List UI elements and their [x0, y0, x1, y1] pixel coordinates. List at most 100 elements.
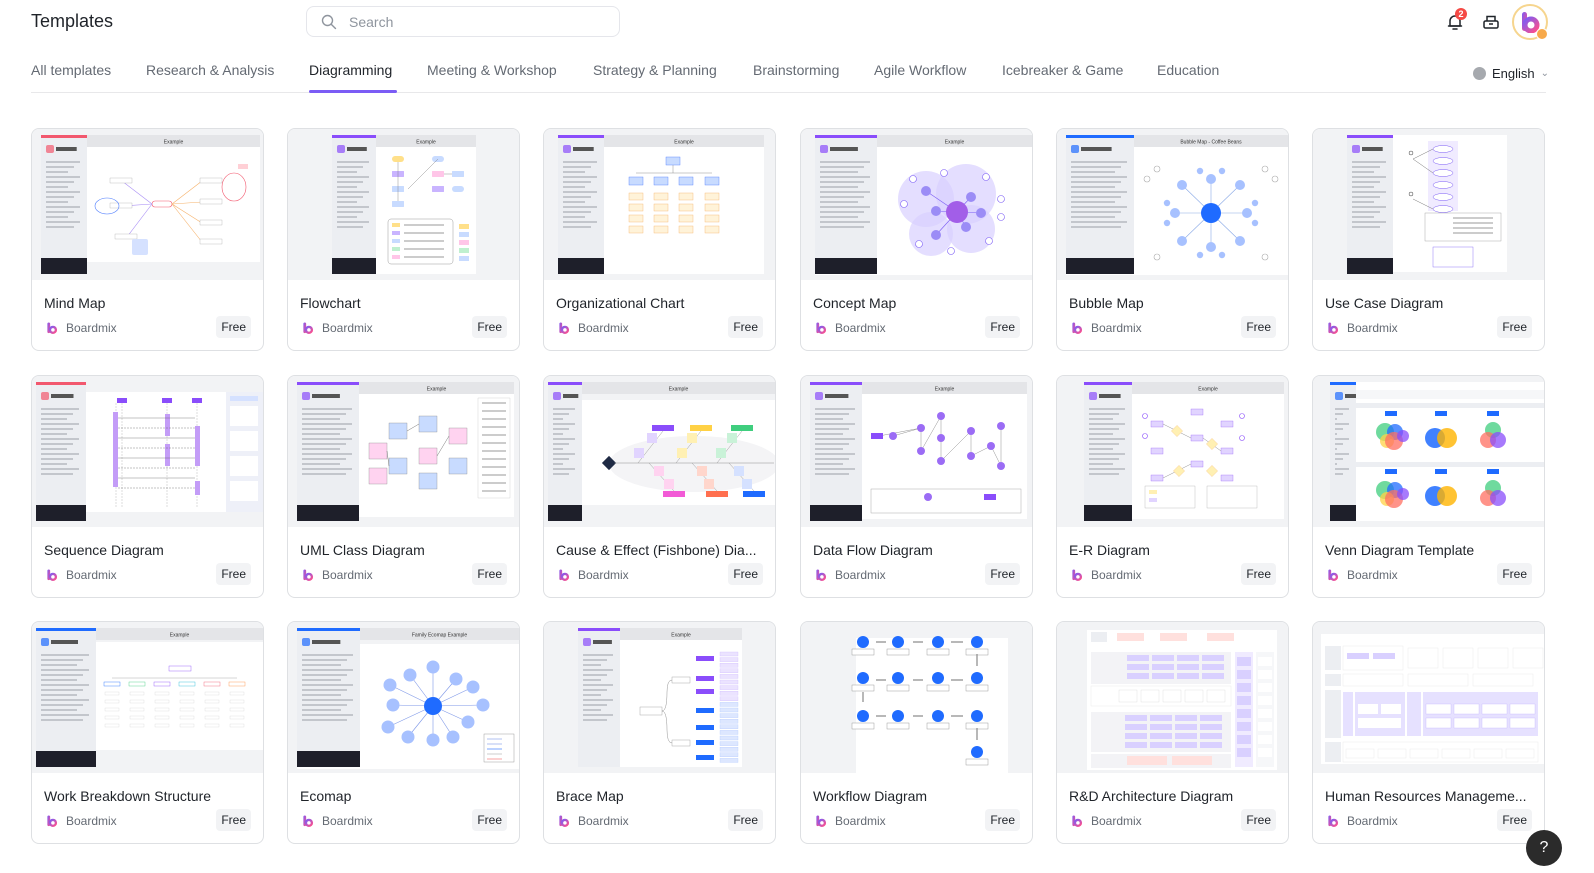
author-name: Boardmix [578, 321, 629, 335]
search-input[interactable] [349, 13, 599, 30]
template-card[interactable]: Example Data Flow Diagram Boardmix Free [800, 375, 1033, 598]
template-card[interactable]: Workflow Diagram Boardmix Free [800, 621, 1033, 844]
template-thumbnail[interactable] [1057, 622, 1288, 773]
template-thumbnail[interactable] [32, 376, 263, 527]
svg-text:Example: Example [170, 633, 190, 639]
price-badge: Free [472, 809, 507, 831]
template-author: Boardmix [815, 321, 886, 335]
svg-text:Example: Example [427, 387, 447, 393]
template-card[interactable]: R&D Architecture Diagram Boardmix Free [1056, 621, 1289, 844]
price-badge: Free [728, 316, 763, 338]
template-thumbnail[interactable] [1313, 622, 1544, 773]
hr-preview-image [1321, 634, 1544, 764]
mindmap-preview-image: Example [41, 135, 260, 274]
dataflow-preview-image: Example [810, 382, 1027, 521]
price-badge: Free [472, 563, 507, 585]
tab-meeting-workshop[interactable]: Meeting & Workshop [427, 62, 557, 78]
tab-icebreaker-game[interactable]: Icebreaker & Game [1002, 62, 1123, 78]
template-card[interactable]: Example Flowchart Boardmix Free [287, 128, 520, 351]
tab-brainstorming[interactable]: Brainstorming [753, 62, 839, 78]
template-card[interactable]: Example Cause & Effect (Fishbone) Dia... B… [543, 375, 776, 598]
workflow-preview-image [851, 636, 1008, 773]
tab-strategy-planning[interactable]: Strategy & Planning [593, 62, 717, 78]
boardmix-logo-icon [47, 322, 58, 334]
template-author: Boardmix [302, 568, 373, 582]
boardmix-logo-icon [559, 815, 570, 827]
template-thumbnail[interactable]: Family Ecomap Example [288, 622, 519, 773]
template-thumbnail[interactable]: Example [1057, 376, 1288, 527]
author-name: Boardmix [66, 321, 117, 335]
search-box[interactable] [306, 6, 620, 37]
template-card[interactable]: Example Concept Map Boardmix Free [800, 128, 1033, 351]
tab-education[interactable]: Education [1157, 62, 1219, 78]
template-card[interactable]: Human Resources Manageme... Boardmix Free [1312, 621, 1545, 844]
boardmix-logo-icon [1072, 569, 1083, 581]
boardmix-logo-icon [1072, 815, 1083, 827]
price-badge: Free [1497, 809, 1532, 831]
template-author: Boardmix [815, 814, 886, 828]
tab-diagramming[interactable]: Diagramming [309, 62, 392, 78]
boardmix-logo-icon [1072, 322, 1083, 334]
template-thumbnail[interactable]: Example [288, 376, 519, 527]
template-thumbnail[interactable]: Example [801, 376, 1032, 527]
template-title: Concept Map [813, 295, 897, 311]
sequence-preview-image [36, 382, 263, 521]
price-badge: Free [728, 563, 763, 585]
inbox-icon[interactable] [1481, 12, 1501, 32]
template-title: Organizational Chart [556, 295, 685, 311]
template-title: Workflow Diagram [813, 788, 928, 804]
template-card[interactable]: Bubble Map - Coffee Beans Bubble Map Board… [1056, 128, 1289, 351]
help-button[interactable]: ? [1526, 830, 1562, 866]
template-thumbnail[interactable]: Example [32, 622, 263, 773]
fishbone-preview-image: Example [548, 382, 775, 521]
language-selector[interactable]: English ⌄ [1473, 66, 1549, 81]
template-author: Boardmix [1327, 814, 1398, 828]
svg-text:Example: Example [945, 140, 965, 146]
template-thumbnail[interactable] [801, 622, 1032, 773]
author-name: Boardmix [835, 814, 886, 828]
price-badge: Free [1497, 563, 1532, 585]
notification-badge: 2 [1455, 8, 1467, 20]
page-title: Templates [31, 11, 114, 31]
template-title: Brace Map [556, 788, 624, 804]
template-card[interactable]: Example E-R Diagram Boardmix Free [1056, 375, 1289, 598]
template-title: Use Case Diagram [1325, 295, 1444, 311]
template-card[interactable]: Sequence Diagram Boardmix Free [31, 375, 264, 598]
template-title: Cause & Effect (Fishbone) Dia... [556, 542, 757, 558]
template-thumbnail[interactable]: Bubble Map - Coffee Beans [1057, 129, 1288, 280]
template-card[interactable]: Example Brace Map Boardmix Free [543, 621, 776, 844]
template-thumbnail[interactable]: Example [288, 129, 519, 280]
template-card[interactable]: Example UML Class Diagram Boardmix Free [287, 375, 520, 598]
orgchart-preview-image: Example [558, 135, 764, 274]
template-title: Mind Map [44, 295, 106, 311]
template-thumbnail[interactable] [1313, 129, 1544, 280]
template-author: Boardmix [558, 321, 629, 335]
template-thumbnail[interactable]: Example [544, 376, 775, 527]
author-name: Boardmix [322, 814, 373, 828]
template-author: Boardmix [558, 568, 629, 582]
template-card[interactable]: Family Ecomap Example Ecomap Boardmix Free [287, 621, 520, 844]
template-thumbnail[interactable]: Example [544, 129, 775, 280]
flowchart-preview-image: Example [332, 135, 476, 274]
tab-research-analysis[interactable]: Research & Analysis [146, 62, 274, 78]
template-card[interactable]: Venn Diagram Template Boardmix Free [1312, 375, 1545, 598]
price-badge: Free [728, 809, 763, 831]
template-card[interactable]: Example Organizational Chart Boardmix Free [543, 128, 776, 351]
price-badge: Free [985, 563, 1020, 585]
template-card[interactable]: Use Case Diagram Boardmix Free [1312, 128, 1545, 351]
template-thumbnail[interactable] [1313, 376, 1544, 527]
template-author: Boardmix [302, 814, 373, 828]
boardmix-logo-icon [559, 322, 570, 334]
template-author: Boardmix [815, 568, 886, 582]
template-thumbnail[interactable]: Example [32, 129, 263, 280]
template-thumbnail[interactable]: Example [801, 129, 1032, 280]
template-thumbnail[interactable]: Example [544, 622, 775, 773]
template-card[interactable]: Example Mind Map Boardmix Free [31, 128, 264, 351]
svg-text:Example: Example [1198, 387, 1218, 393]
template-card[interactable]: Example Work Breakdown Structure Boardmix F… [31, 621, 264, 844]
tab-all-templates[interactable]: All templates [31, 62, 111, 78]
tab-agile-workflow[interactable]: Agile Workflow [874, 62, 966, 78]
template-title: Work Breakdown Structure [44, 788, 212, 804]
template-author: Boardmix [558, 814, 629, 828]
search-icon [321, 14, 337, 29]
